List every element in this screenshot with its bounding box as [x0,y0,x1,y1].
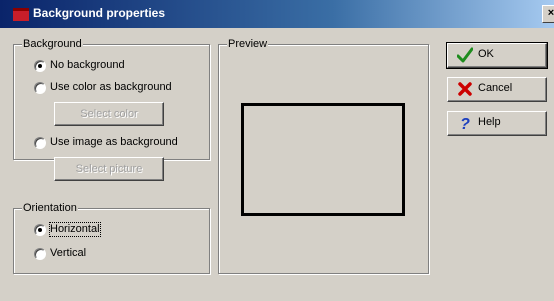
question-icon: ? [460,116,470,131]
close-button[interactable]: × [542,5,554,23]
radio-use-color-label: Use color as background [50,81,172,93]
app-icon [13,8,29,21]
ok-button[interactable]: OK [446,42,548,69]
x-icon [458,82,472,96]
radio-vertical-label: Vertical [50,247,87,259]
preview-group-legend: Preview [227,38,269,51]
radio-vertical-indicator[interactable] [34,248,46,260]
window-title: Background properties [33,6,166,20]
select-picture-button[interactable]: Select picture [54,157,164,181]
radio-horizontal-label: Horizontal [49,222,101,237]
cancel-label: Cancel [478,82,513,94]
svg-text:?: ? [460,116,470,131]
radio-use-image-indicator[interactable] [34,137,46,149]
select-color-label: Select color [80,108,138,120]
radio-horizontal-indicator[interactable] [34,224,46,236]
radio-no-background-label: No background [50,59,125,71]
preview-box [241,103,405,216]
radio-no-background-indicator[interactable] [34,60,46,72]
ok-label: OK [478,48,494,60]
background-group-legend: Background [22,38,83,51]
title-bar[interactable]: Background properties × [0,0,554,28]
radio-use-color-indicator[interactable] [34,82,46,94]
orientation-group-legend: Orientation [22,202,78,215]
help-button[interactable]: ? Help [447,111,547,136]
help-label: Help [478,116,501,128]
check-icon [457,47,473,63]
orientation-group: Orientation [13,202,210,274]
select-color-button[interactable]: Select color [54,102,164,126]
radio-use-image-label: Use image as background [50,136,178,148]
cancel-button[interactable]: Cancel [447,77,547,102]
select-picture-label: Select picture [75,163,143,175]
